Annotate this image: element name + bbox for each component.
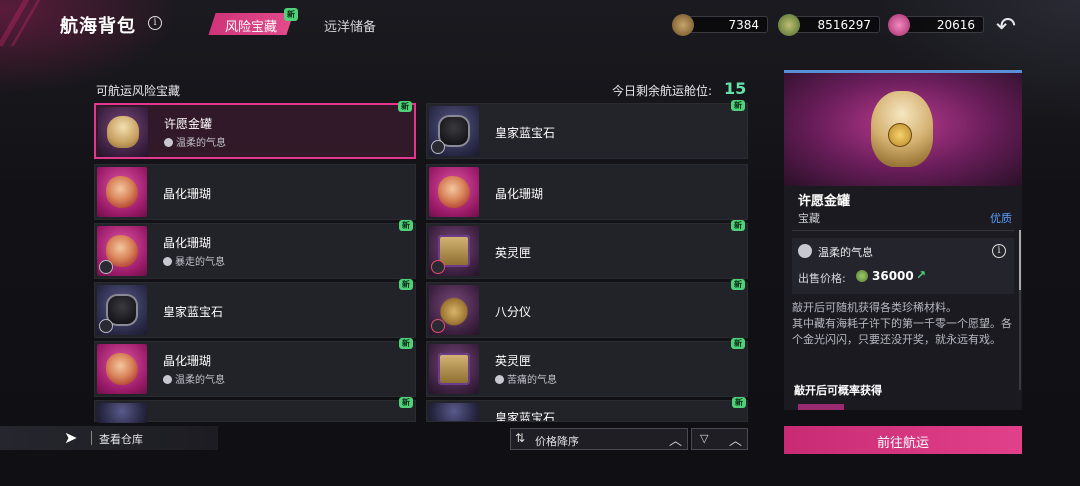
item-name: 许愿金罐 — [164, 117, 213, 131]
sort-dropdown[interactable]: ⇅ 价格降序 ︿ — [510, 428, 688, 450]
new-badge: 新 — [399, 279, 413, 290]
item-description: 敲开后可随机获得各类珍稀材料。 其中藏有海耗子许下的第一千零一个愿望。各个金光闪… — [792, 301, 1012, 346]
new-badge: 新 — [399, 338, 413, 349]
resource-value: 8516297 — [817, 18, 871, 32]
gold-coins-icon — [856, 270, 868, 282]
treasure-card[interactable]: 皇家蓝宝石 新 — [94, 279, 416, 338]
tab-ocean-reserve[interactable]: 远洋储备 — [324, 16, 376, 35]
pink-crystal-icon — [888, 14, 910, 36]
info-icon[interactable]: i — [148, 16, 162, 30]
new-badge: 新 — [731, 338, 745, 349]
treasure-card[interactable]: 晶化珊瑚 暴走的气息 新 — [94, 220, 416, 279]
treasure-card[interactable]: 新 — [94, 397, 416, 423]
sort-label: 价格降序 — [535, 435, 579, 448]
view-warehouse-button[interactable]: ➤ 查看仓库 — [0, 426, 218, 450]
new-badge: 新 — [732, 397, 746, 408]
item-name: 八分仪 — [495, 305, 532, 319]
tab-label: 风险宝藏 — [224, 20, 277, 35]
chevron-up-icon: ︿ — [728, 434, 742, 449]
arrow-right-icon: ➤ — [64, 428, 78, 447]
resource-gold: 8516297 — [778, 14, 880, 36]
price-up-icon: ↗ — [916, 268, 927, 282]
item-mood: 温柔的气息 — [164, 134, 226, 149]
mood-name: 温柔的气息 — [818, 246, 873, 259]
resource-crystal[interactable]: 20616 — [888, 14, 984, 36]
resource-ore: 7384 — [672, 14, 768, 36]
price-label: 出售价格: — [798, 272, 846, 285]
sort-icon: ⇅ — [515, 431, 526, 445]
filter-dropdown[interactable]: ▽ ︿ — [691, 428, 748, 450]
treasure-card[interactable]: 晶化珊瑚 温柔的气息 新 — [94, 338, 416, 397]
item-name: 皇家蓝宝石 — [163, 305, 224, 319]
new-badge: 新 — [398, 101, 412, 112]
new-badge: 新 — [399, 397, 413, 408]
go-shipping-label: 前往航运 — [876, 436, 929, 451]
new-badge: 新 — [731, 100, 745, 111]
treasure-card[interactable]: 晶化珊瑚 — [426, 164, 748, 220]
drop-item-thumb — [798, 404, 844, 410]
detail-item-type: 宝藏 — [798, 212, 820, 225]
item-name: 皇家蓝宝石 — [495, 411, 556, 422]
chevron-up-icon: ︿ — [668, 434, 682, 449]
gold-coins-icon — [778, 14, 800, 36]
item-name: 晶化珊瑚 — [163, 187, 212, 201]
scrollbar[interactable] — [1019, 230, 1021, 390]
item-mood: 暴走的气息 — [163, 253, 225, 268]
remaining-slots-label: 今日剩余航运舱位: — [612, 84, 713, 98]
resource-value: 7384 — [728, 18, 759, 32]
detail-panel: 许愿金罐 宝藏 优质 温柔的气息 i 出售价格: 36000 ↗ 敲开后可随机获… — [784, 70, 1022, 410]
item-name: 英灵匣 — [495, 354, 532, 368]
price-value: 36000 — [872, 269, 914, 283]
new-badge: 新 — [731, 279, 745, 290]
detail-item-name: 许愿金罐 — [798, 194, 851, 209]
treasure-card[interactable]: 皇家蓝宝石 新 — [426, 100, 748, 159]
detail-item-quality: 优质 — [990, 212, 1012, 225]
info-icon[interactable]: i — [992, 244, 1006, 258]
treasure-card[interactable]: 英灵匣 苦痛的气息 新 — [426, 338, 748, 397]
ore-icon — [672, 14, 694, 36]
item-name: 晶化珊瑚 — [495, 187, 544, 201]
new-badge: 新 — [731, 220, 745, 231]
resource-value: 20616 — [936, 18, 975, 32]
go-shipping-button[interactable]: 前往航运 — [784, 426, 1022, 454]
mood-icon — [798, 244, 812, 258]
list-heading: 可航运风险宝藏 — [96, 84, 181, 98]
item-artwork — [784, 73, 1022, 186]
back-arrow-icon[interactable]: ↶ — [996, 12, 1016, 40]
coin-icon — [888, 123, 912, 147]
mood-box: 温柔的气息 i 出售价格: 36000 ↗ — [792, 238, 1014, 294]
new-badge: 新 — [284, 8, 298, 21]
filter-icon: ▽ — [700, 432, 709, 445]
view-warehouse-label: 查看仓库 — [99, 433, 143, 446]
treasure-card[interactable]: 许愿金罐 温柔的气息 新 — [94, 101, 416, 159]
treasure-card[interactable]: 晶化珊瑚 — [94, 164, 416, 220]
treasure-card[interactable]: 八分仪 新 — [426, 279, 748, 338]
item-name: 英灵匣 — [495, 246, 532, 260]
drops-heading: 敲开后可概率获得 — [794, 384, 882, 397]
item-name: 晶化珊瑚 — [163, 354, 212, 368]
item-mood: 苦痛的气息 — [495, 371, 557, 386]
remaining-slots-value: 15 — [724, 79, 747, 98]
item-name: 皇家蓝宝石 — [495, 126, 556, 140]
new-badge: 新 — [399, 220, 413, 231]
treasure-card[interactable]: 皇家蓝宝石 — [426, 400, 748, 422]
tab-risk-treasure[interactable]: 风险宝藏 — [208, 13, 294, 35]
treasure-card[interactable]: 英灵匣 新 — [426, 220, 748, 279]
item-name: 晶化珊瑚 — [163, 236, 212, 250]
page-title: 航海背包 — [60, 16, 136, 37]
item-mood: 温柔的气息 — [163, 371, 225, 386]
